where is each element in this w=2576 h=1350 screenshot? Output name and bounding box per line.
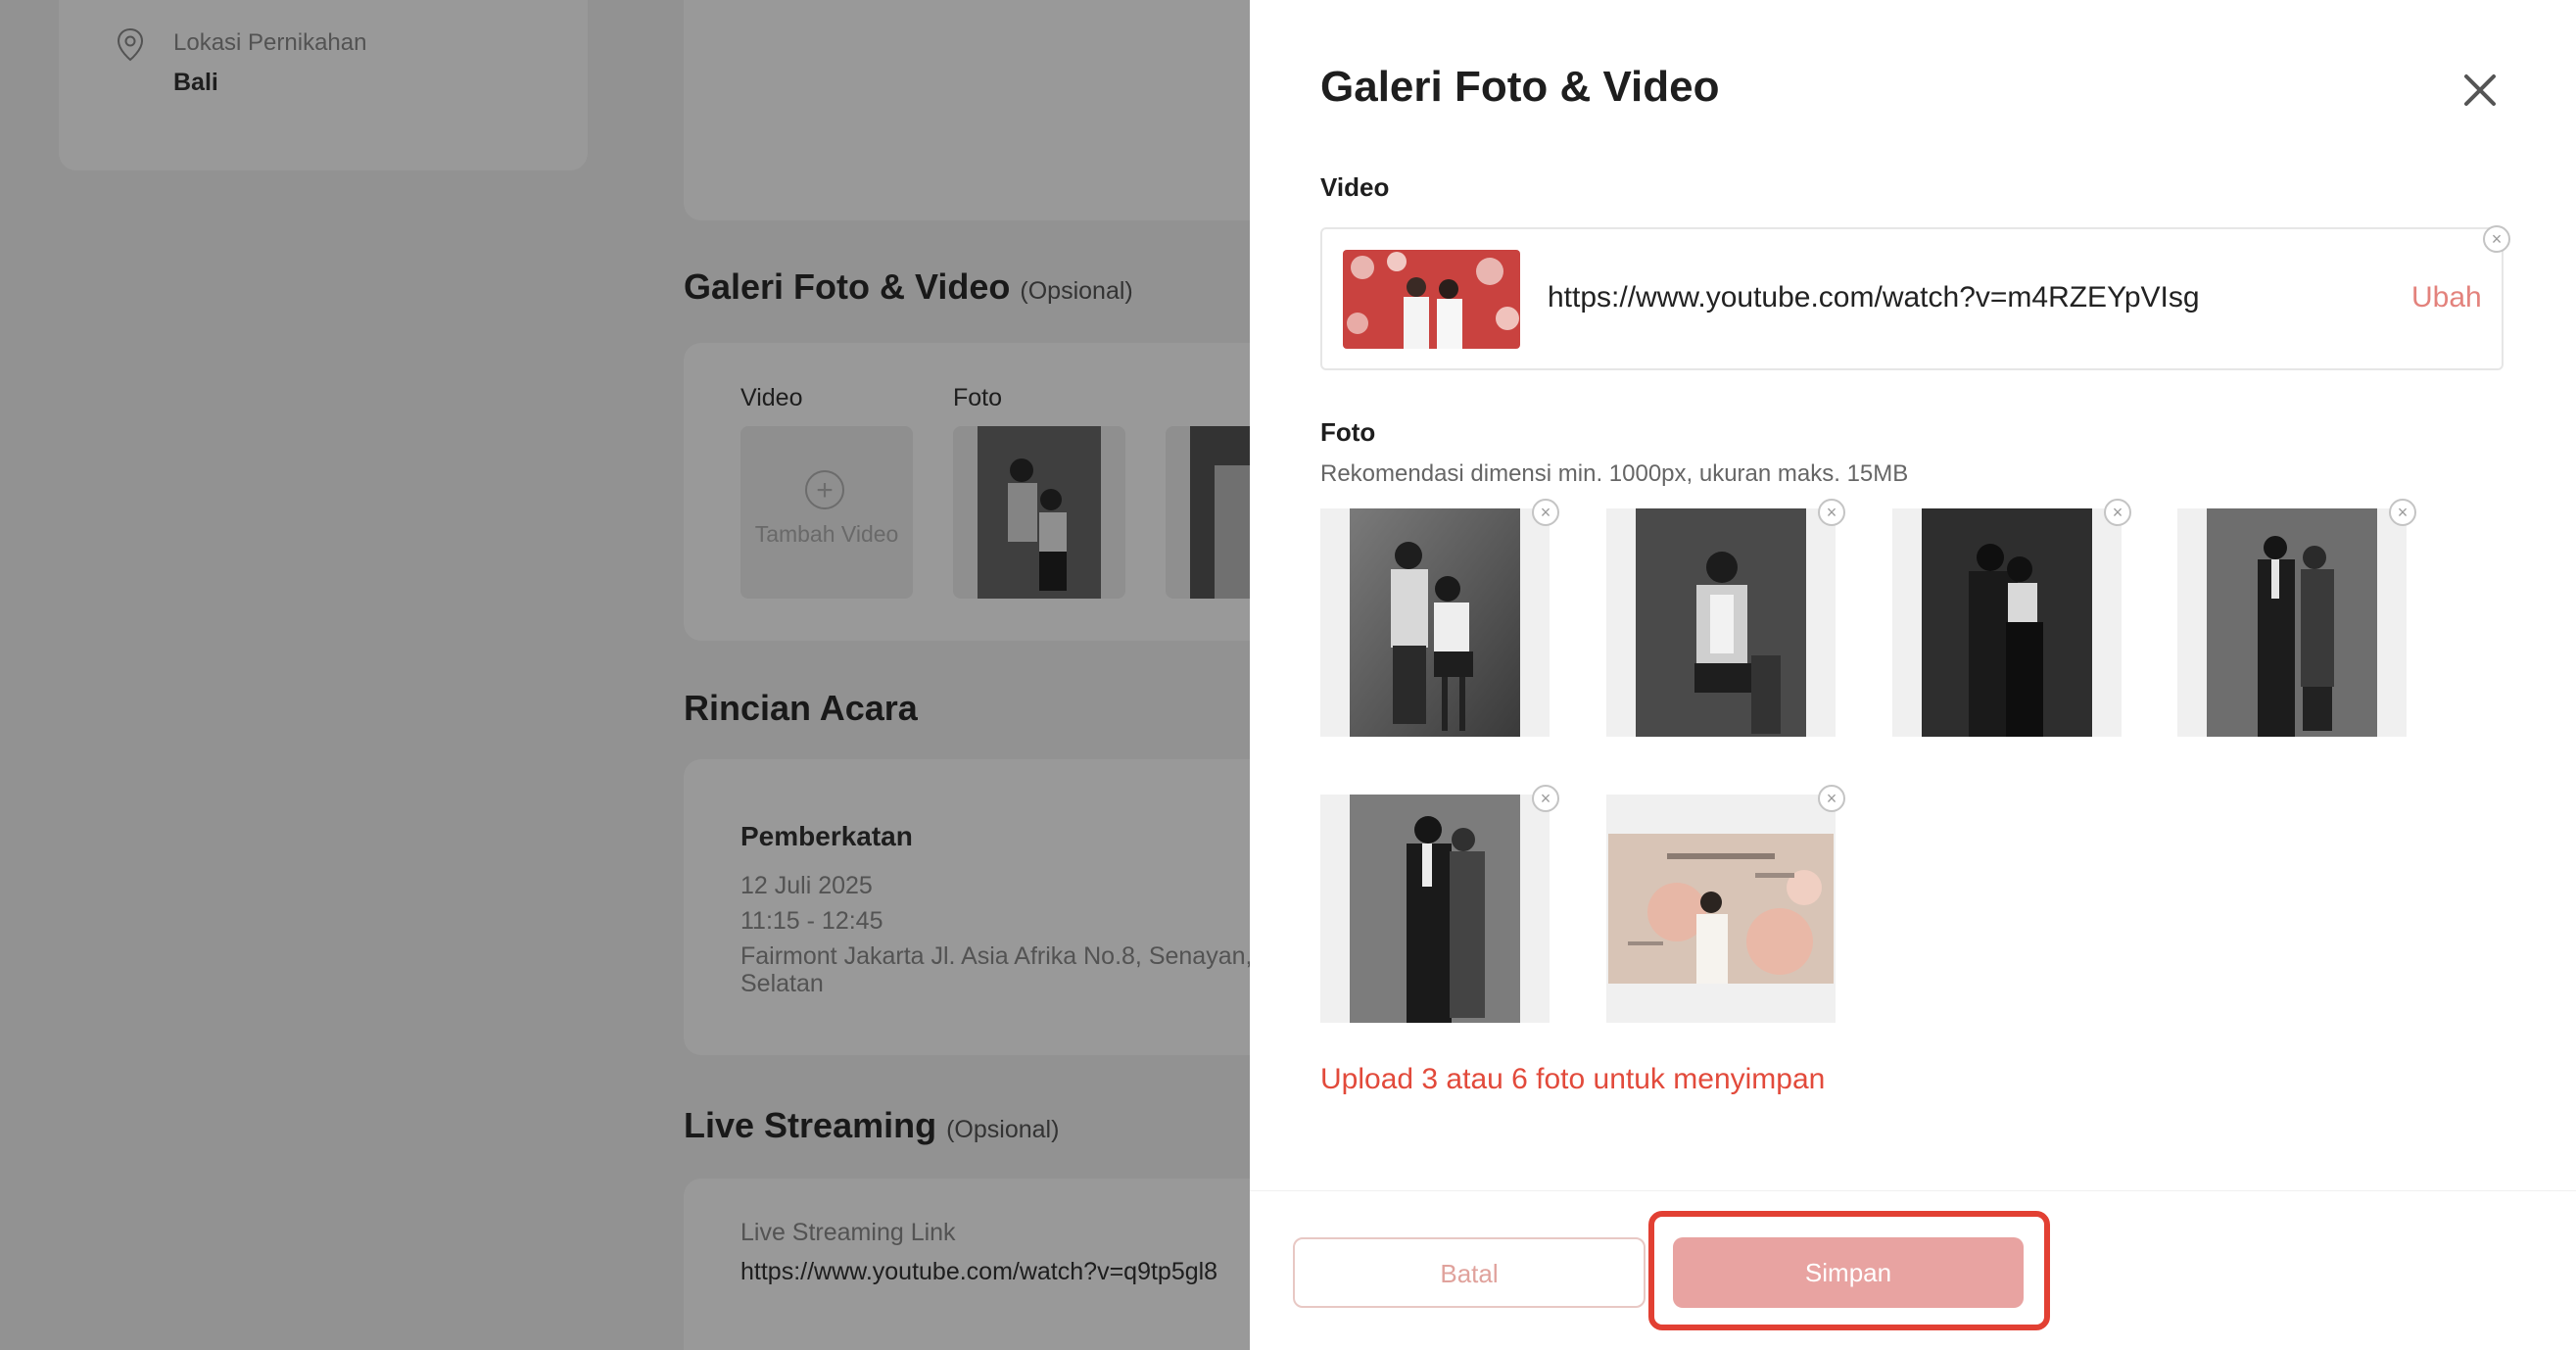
cancel-button[interactable]: Batal <box>1293 1237 1646 1308</box>
close-icon[interactable] <box>2458 69 2502 112</box>
error-message: Upload 3 atau 6 foto untuk menyimpan <box>1320 1063 1826 1095</box>
foto-hint: Rekomendasi dimensi min. 1000px, ukuran … <box>1320 460 1909 487</box>
photo-image <box>1608 834 1834 984</box>
footer-divider <box>1250 1190 2576 1191</box>
photo-tile[interactable] <box>1892 508 2122 737</box>
remove-photo-icon[interactable]: × <box>1532 785 1559 812</box>
save-button-highlight <box>1648 1211 2050 1330</box>
remove-photo-icon[interactable]: × <box>1818 499 1845 526</box>
photo-image <box>1350 795 1520 1023</box>
photo-image <box>2207 508 2377 737</box>
modal-backdrop[interactable] <box>0 0 1250 1350</box>
photo-image <box>1350 508 1520 737</box>
remove-photo-icon[interactable]: × <box>1532 499 1559 526</box>
remove-photo-icon[interactable]: × <box>2104 499 2131 526</box>
photo-tile[interactable] <box>1606 508 1836 737</box>
remove-video-icon[interactable]: × <box>2483 225 2510 253</box>
photo-tile[interactable] <box>1320 508 1550 737</box>
video-url: https://www.youtube.com/watch?v=m4RZEYpV… <box>1548 281 2200 313</box>
change-video-button[interactable]: Ubah <box>2411 281 2482 314</box>
photo-image <box>1636 508 1806 737</box>
background-page: Lokasi Pernikahan Bali Galeri Foto & Vid… <box>0 0 1250 1350</box>
photo-tile[interactable] <box>2177 508 2407 737</box>
remove-photo-icon[interactable]: × <box>1818 785 1845 812</box>
photo-tile[interactable] <box>1320 795 1550 1023</box>
foto-section-label: Foto <box>1320 417 1376 447</box>
photo-tile[interactable] <box>1606 795 1836 1023</box>
video-thumbnail <box>1343 250 1520 349</box>
modal-title: Galeri Foto & Video <box>1320 63 1720 111</box>
video-section-label: Video <box>1320 172 1390 202</box>
remove-photo-icon[interactable]: × <box>2389 499 2416 526</box>
video-thumbnail-image <box>1343 250 1520 349</box>
photo-image <box>1922 508 2092 737</box>
